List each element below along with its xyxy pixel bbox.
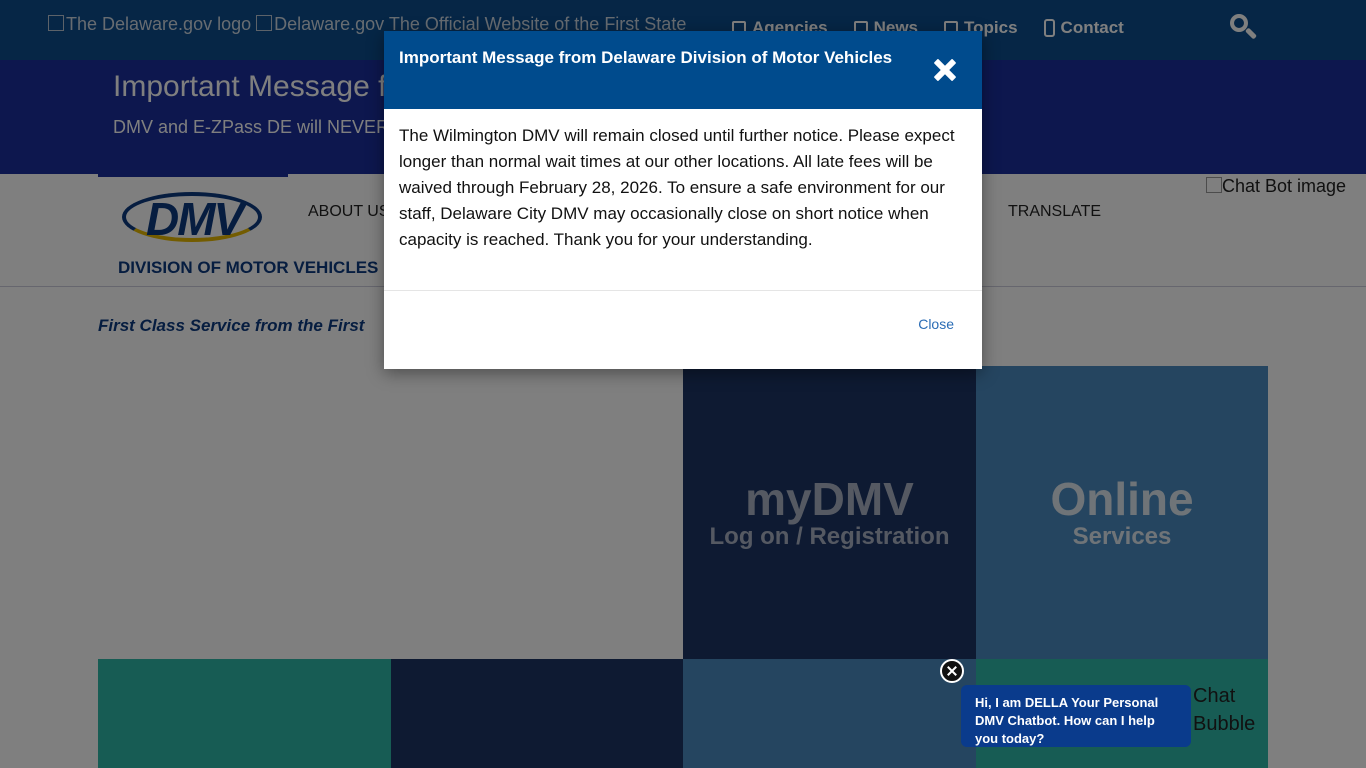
important-message-modal: Important Message from Delaware Division… bbox=[384, 31, 982, 369]
close-button[interactable]: Close bbox=[918, 316, 954, 332]
modal-title: Important Message from Delaware Division… bbox=[399, 48, 893, 67]
chat-bubble-image[interactable]: Chat Bubble bbox=[1193, 682, 1263, 738]
modal-footer: Close bbox=[384, 291, 982, 369]
modal-header: Important Message from Delaware Division… bbox=[384, 31, 982, 109]
modal-body: The Wilmington DMV will remain closed un… bbox=[384, 109, 982, 291]
chatbot-greeting-bubble[interactable]: Hi, I am DELLA Your Personal DMV Chatbot… bbox=[961, 685, 1191, 747]
close-icon[interactable] bbox=[930, 55, 960, 85]
chat-dismiss-icon[interactable] bbox=[940, 659, 964, 683]
